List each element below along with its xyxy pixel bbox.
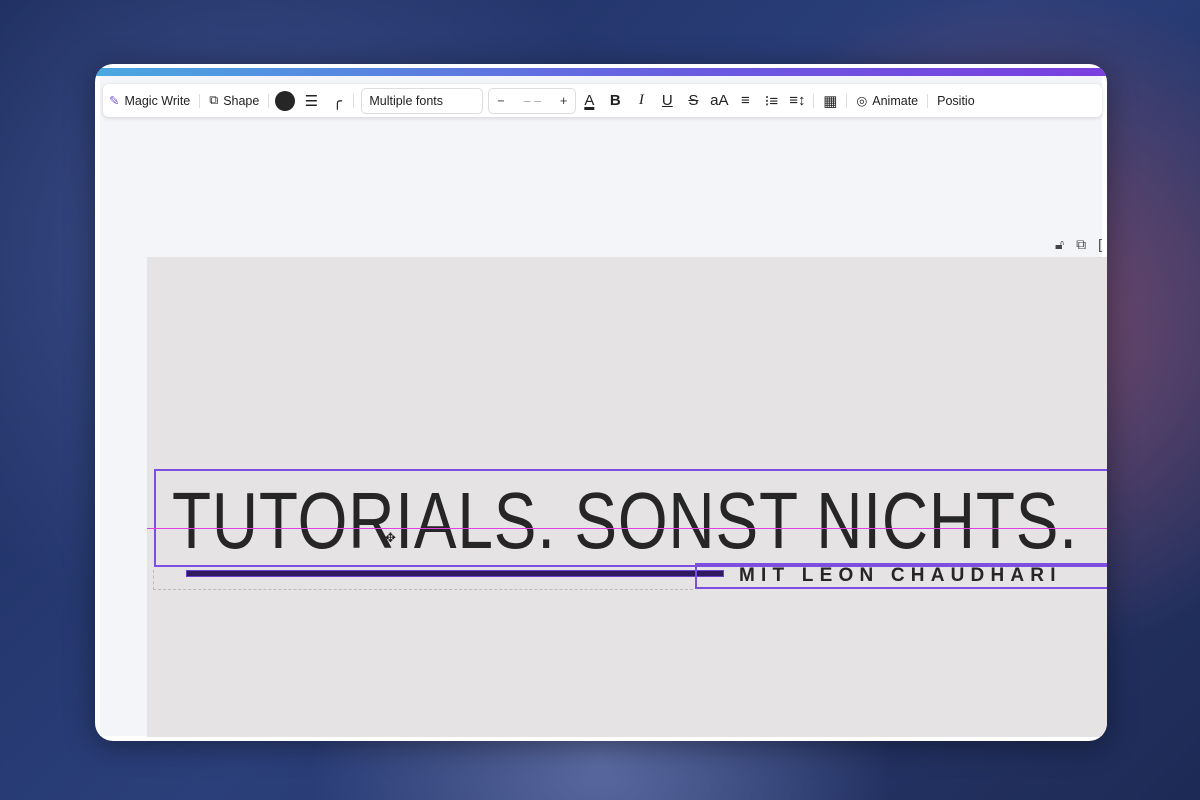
divider xyxy=(846,93,848,108)
text-color-icon[interactable]: A xyxy=(576,88,602,114)
decrease-size-button[interactable]: − xyxy=(497,94,504,108)
headline-text[interactable]: TUTORIALS. SONST NICHTS. xyxy=(172,481,1078,561)
letter-case-button[interactable]: aA xyxy=(706,88,732,114)
border-style-icon[interactable]: ☰ xyxy=(298,88,324,114)
divider xyxy=(353,93,355,108)
shape-icon: ⧉ xyxy=(209,93,219,107)
font-size-value[interactable]: – – xyxy=(524,94,541,108)
align-center-icon[interactable]: ≡ xyxy=(732,88,758,114)
divider xyxy=(268,93,270,108)
position-button[interactable]: Positio xyxy=(931,84,981,117)
editor-window: ✎ Magic Write ⧉ Shape ☰ ╭ Multiple fonts −… xyxy=(95,64,1107,741)
page-actions: 🔓︎ ⧉ [ xyxy=(1055,236,1102,253)
strikethrough-icon[interactable]: S xyxy=(680,88,706,114)
corner-rounding-icon[interactable]: ╭ xyxy=(324,88,350,114)
header-gradient xyxy=(95,68,1107,76)
duplicate-page-icon[interactable]: ⧉ xyxy=(1076,236,1086,253)
underline-bar[interactable] xyxy=(186,570,724,577)
font-size-stepper[interactable]: − – – + xyxy=(488,87,577,114)
transparency-icon[interactable]: ▦ xyxy=(817,88,843,114)
lock-icon[interactable]: 🔓︎ xyxy=(1055,236,1064,253)
italic-icon[interactable]: I xyxy=(628,88,654,114)
magic-wand-icon: ✎ xyxy=(109,94,120,108)
color-swatch-button[interactable] xyxy=(272,88,298,114)
animate-icon: ◎ xyxy=(856,94,868,108)
divider xyxy=(927,93,929,108)
font-select[interactable]: Multiple fonts xyxy=(361,87,484,114)
divider xyxy=(813,93,815,108)
animate-button[interactable]: ◎ Animate xyxy=(850,84,924,117)
alignment-guide xyxy=(147,528,1107,529)
magic-write-button[interactable]: ✎ Magic Write xyxy=(103,84,196,117)
underline-icon[interactable]: U xyxy=(654,88,680,114)
bullet-list-icon[interactable]: ⁝≡ xyxy=(758,88,784,114)
add-page-icon[interactable]: [ xyxy=(1098,236,1102,253)
subtitle-text[interactable]: MIT LEON CHAUDHARI xyxy=(739,565,1062,587)
divider xyxy=(199,93,201,108)
editor-area: ✎ Magic Write ⧉ Shape ☰ ╭ Multiple fonts −… xyxy=(100,76,1107,737)
line-spacing-icon[interactable]: ≡↕ xyxy=(784,88,810,114)
text-toolbar: ✎ Magic Write ⧉ Shape ☰ ╭ Multiple fonts −… xyxy=(103,84,1102,117)
increase-size-button[interactable]: + xyxy=(560,94,567,108)
bold-icon[interactable]: B xyxy=(602,88,628,114)
shape-button[interactable]: ⧉ Shape xyxy=(203,84,265,117)
design-page[interactable]: TUTORIALS. SONST NICHTS. MIT LEON CHAUDH… xyxy=(147,257,1107,737)
move-cursor-icon: ✥ xyxy=(385,530,396,545)
